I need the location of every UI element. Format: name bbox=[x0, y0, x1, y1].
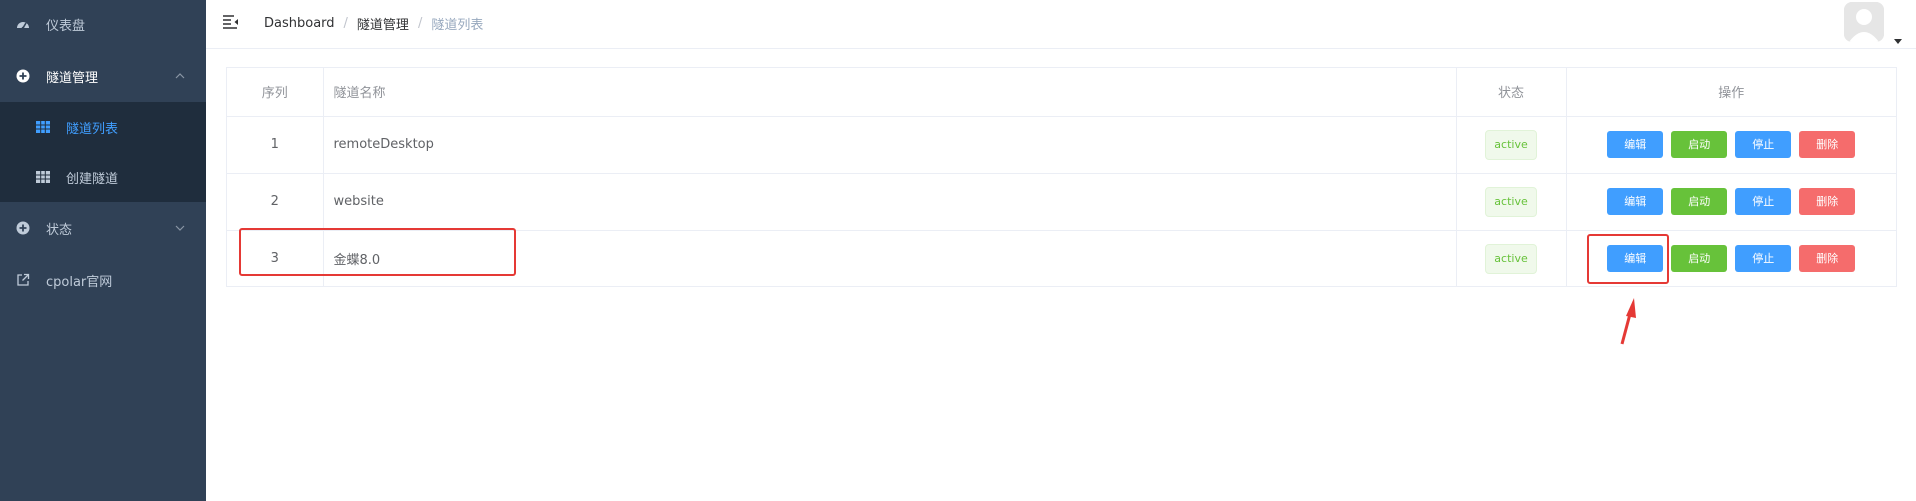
edit-button[interactable]: 编辑 bbox=[1607, 188, 1664, 215]
start-button[interactable]: 启动 bbox=[1671, 188, 1728, 215]
stop-button[interactable]: 停止 bbox=[1735, 188, 1792, 215]
sidebar-item-tunnel-list[interactable]: 隧道列表 bbox=[0, 102, 206, 152]
chevron-up-icon bbox=[174, 70, 186, 82]
table-grid-icon bbox=[34, 168, 52, 186]
external-link-icon bbox=[14, 271, 32, 289]
dashboard-icon bbox=[14, 15, 32, 33]
sidebar-item-tunnel-management[interactable]: 隧道管理 bbox=[0, 50, 206, 102]
delete-button[interactable]: 删除 bbox=[1799, 188, 1856, 215]
table-row: 1 remoteDesktop active 编辑 启动 停止 删除 bbox=[227, 116, 1896, 174]
highlight-box-edit bbox=[1587, 234, 1669, 284]
breadcrumb-tunnel-management[interactable]: 隧道管理 bbox=[357, 14, 409, 33]
delete-button[interactable]: 删除 bbox=[1799, 131, 1856, 158]
sidebar-item-dashboard[interactable]: 仪表盘 bbox=[0, 0, 206, 50]
sidebar-item-label: 隧道管理 bbox=[46, 70, 99, 86]
column-header-actions: 操作 bbox=[1566, 68, 1896, 117]
breadcrumb-separator: / bbox=[343, 16, 348, 31]
table-row: 2 website active 编辑 启动 停止 删除 bbox=[227, 173, 1896, 231]
row-index: 2 bbox=[227, 173, 324, 231]
sidebar-item-label: cpolar官网 bbox=[46, 274, 113, 290]
sidebar-item-status[interactable]: 状态 bbox=[0, 202, 206, 254]
tunnel-name: remoteDesktop bbox=[323, 116, 1457, 174]
status-badge: active bbox=[1485, 129, 1537, 160]
table-header-row: 序列 隧道名称 状态 操作 bbox=[227, 68, 1896, 117]
stop-button[interactable]: 停止 bbox=[1735, 245, 1792, 273]
breadcrumb-separator: / bbox=[417, 16, 423, 31]
navbar: Dashboard / 隧道管理 / 隧道列表 bbox=[206, 0, 1916, 49]
breadcrumb: Dashboard / 隧道管理 / 隧道列表 bbox=[264, 14, 483, 33]
delete-button[interactable]: 删除 bbox=[1799, 245, 1856, 273]
column-header-name: 隧道名称 bbox=[323, 68, 1457, 117]
avatar[interactable] bbox=[1844, 2, 1884, 42]
hamburger-icon[interactable] bbox=[222, 14, 240, 30]
plus-circle-icon bbox=[14, 219, 32, 237]
start-button[interactable]: 启动 bbox=[1671, 131, 1728, 158]
breadcrumb-tunnel-list: 隧道列表 bbox=[431, 18, 484, 33]
sidebar-item-label: 创建隧道 bbox=[66, 171, 119, 187]
tunnel-name: website bbox=[323, 173, 1457, 231]
column-header-index: 序列 bbox=[227, 68, 324, 117]
highlight-box-row bbox=[239, 228, 516, 276]
plus-circle-icon bbox=[14, 67, 32, 85]
sidebar-item-label: 仪表盘 bbox=[46, 18, 86, 34]
status-badge: active bbox=[1485, 243, 1537, 274]
row-index: 1 bbox=[227, 116, 324, 174]
submenu: 隧道列表 创建隧道 bbox=[0, 102, 206, 202]
column-header-status: 状态 bbox=[1456, 68, 1567, 117]
sidebar-item-label: 隧道列表 bbox=[66, 121, 119, 137]
caret-down-icon[interactable] bbox=[1894, 30, 1902, 44]
status-badge: active bbox=[1485, 186, 1537, 217]
annotation-arrow-icon bbox=[1617, 296, 1641, 346]
sidebar-item-create-tunnel[interactable]: 创建隧道 bbox=[0, 152, 206, 202]
table-grid-icon bbox=[34, 118, 52, 136]
sidebar: 仪表盘 隧道管理 隧道列表 创建隧道 状态 cpolar官网 bbox=[0, 0, 206, 501]
edit-button[interactable]: 编辑 bbox=[1607, 131, 1664, 158]
start-button[interactable]: 启动 bbox=[1671, 245, 1728, 273]
stop-button[interactable]: 停止 bbox=[1735, 131, 1792, 158]
breadcrumb-dashboard[interactable]: Dashboard bbox=[264, 16, 335, 31]
sidebar-item-label: 状态 bbox=[46, 222, 73, 238]
sidebar-item-cpolar-website[interactable]: cpolar官网 bbox=[0, 254, 206, 306]
chevron-down-icon bbox=[174, 222, 186, 234]
